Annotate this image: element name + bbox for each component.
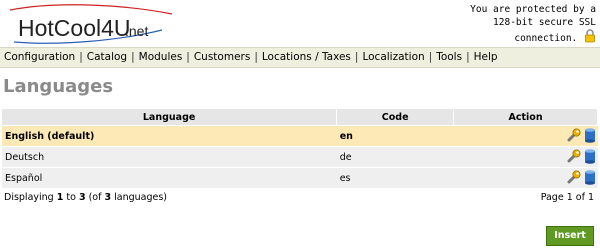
menu-catalog[interactable]: Catalog <box>83 51 131 63</box>
summary-mid-2: (of <box>85 192 105 203</box>
row-actions <box>453 146 598 168</box>
menu-localization[interactable]: Localization <box>358 51 428 63</box>
menu-tools[interactable]: Tools <box>432 51 466 63</box>
pagination-summary: Displaying 1 to 3 (of 3 languages) <box>4 192 167 203</box>
page-title: Languages <box>3 76 114 97</box>
ssl-line-1: You are protected by a <box>470 4 596 15</box>
summary-mid-1: to <box>63 192 79 203</box>
summary-pre: Displaying <box>4 192 57 203</box>
logo-suffix: .net <box>125 23 148 39</box>
language-code: de <box>336 146 454 168</box>
ssl-line-3-text: connection. <box>514 33 578 44</box>
ssl-notice: You are protected by a 128-bit secure SS… <box>426 3 596 47</box>
language-code: en <box>336 125 454 147</box>
table-row[interactable]: Español es <box>2 167 598 188</box>
wrench-icon[interactable] <box>566 169 582 188</box>
menu-configuration[interactable]: Configuration <box>0 51 79 63</box>
logo-swirl-icon: HotCool4U .net <box>9 4 173 44</box>
page-info: Page 1 of 1 <box>540 192 594 203</box>
wrench-icon[interactable] <box>566 127 582 146</box>
summary-to: 3 <box>78 192 86 203</box>
padlock-icon <box>584 29 596 47</box>
column-header-action: Action <box>453 109 598 126</box>
menu-help[interactable]: Help <box>470 51 502 63</box>
table-header-row: Language Code Action <box>2 109 598 126</box>
site-logo[interactable]: HotCool4U .net <box>2 4 222 44</box>
logo-text: HotCool4U <box>18 15 131 41</box>
language-code: es <box>336 167 454 188</box>
table-row[interactable]: Deutsch de <box>2 146 598 168</box>
wrench-icon[interactable] <box>566 148 582 167</box>
summary-post: languages) <box>111 192 167 203</box>
column-header-language[interactable]: Language <box>2 109 338 126</box>
language-name: Deutsch <box>2 146 337 168</box>
insert-button[interactable]: Insert <box>546 226 594 246</box>
page-header: HotCool4U .net You are protected by a 12… <box>0 0 600 46</box>
ssl-line-2: 128-bit secure SSL <box>493 17 596 28</box>
column-header-code[interactable]: Code <box>336 109 455 126</box>
row-actions <box>453 125 598 147</box>
database-icon[interactable] <box>584 127 596 146</box>
languages-table: Language Code Action English (default) e… <box>2 109 598 188</box>
menu-customers[interactable]: Customers <box>190 51 254 63</box>
table-row[interactable]: English (default) en <box>2 125 598 147</box>
main-menu: Configuration | Catalog | Modules | Customers |… <box>0 47 600 68</box>
database-icon[interactable] <box>584 169 596 188</box>
ssl-line-3: connection. <box>426 29 596 47</box>
language-name: English (default) <box>2 125 337 147</box>
language-name: Español <box>2 167 337 188</box>
database-icon[interactable] <box>584 148 596 167</box>
menu-locations-taxes[interactable]: Locations / Taxes <box>258 51 355 63</box>
menu-modules[interactable]: Modules <box>135 51 187 63</box>
row-actions <box>453 167 598 188</box>
